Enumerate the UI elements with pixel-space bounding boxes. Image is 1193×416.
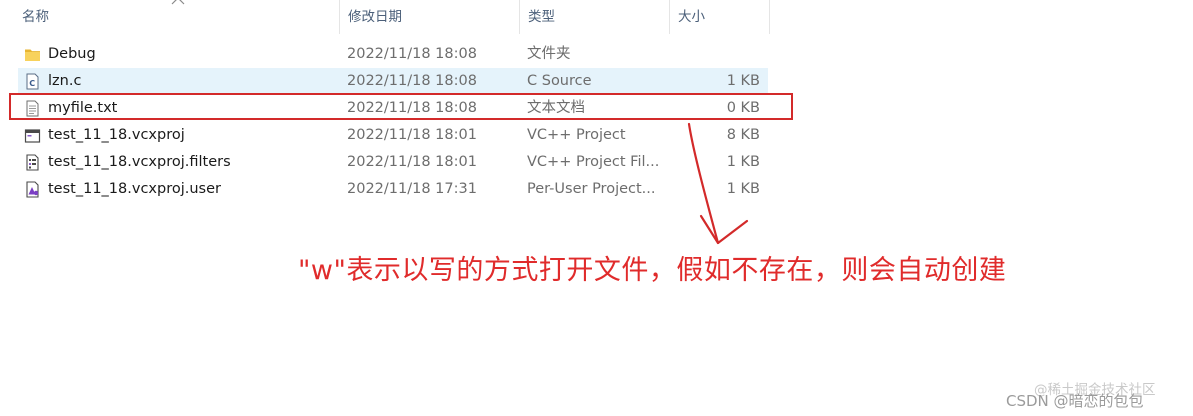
file-name: lzn.c: [48, 73, 82, 89]
file-name: test_11_18.vcxproj.filters: [48, 154, 231, 170]
file-size: 1 KB: [726, 181, 760, 197]
annotation-text: "w"表示以写的方式打开文件，假如不存在，则会自动创建: [298, 255, 1007, 286]
file-row-debug[interactable]: Debug 2022/11/18 18:08 文件夹: [18, 41, 768, 68]
column-header: 名称 修改日期 类型 大小: [0, 0, 1193, 34]
file-size: 8 KB: [726, 127, 760, 143]
filters-icon: [26, 154, 39, 171]
column-size-header[interactable]: 大小: [670, 0, 769, 34]
file-date: 2022/11/18 18:01: [347, 154, 477, 170]
column-type-header[interactable]: 类型: [520, 0, 669, 34]
svg-text:C: C: [29, 79, 35, 88]
file-type: 文件夹: [527, 46, 571, 62]
file-type: VC++ Project Fil...: [527, 154, 660, 170]
file-row-vcxproj[interactable]: test_11_18.vcxproj 2022/11/18 18:01 VC++…: [18, 122, 768, 149]
file-name: test_11_18.vcxproj.user: [48, 181, 221, 197]
folder-icon: [25, 49, 40, 61]
file-date: 2022/11/18 17:31: [347, 181, 477, 197]
c-source-icon: C: [26, 73, 39, 90]
file-date: 2022/11/18 18:08: [347, 46, 477, 62]
file-date: 2022/11/18 18:01: [347, 127, 477, 143]
highlight-box: [9, 93, 793, 120]
file-type: C Source: [527, 73, 592, 89]
file-name: test_11_18.vcxproj: [48, 127, 185, 143]
file-row-vcxproj-user[interactable]: test_11_18.vcxproj.user 2022/11/18 17:31…: [18, 176, 768, 203]
column-date-header[interactable]: 修改日期: [340, 0, 519, 34]
user-file-icon: [26, 181, 39, 198]
file-date: 2022/11/18 18:08: [347, 73, 477, 89]
file-size: 1 KB: [726, 154, 760, 170]
file-name: Debug: [48, 46, 96, 62]
csdn-watermark: CSDN @暗恋的包包: [1006, 392, 1144, 410]
file-type: VC++ Project: [527, 127, 626, 143]
file-row-lzn-c[interactable]: C lzn.c 2022/11/18 18:08 C Source 1 KB: [18, 68, 768, 95]
file-type: Per-User Project...: [527, 181, 656, 197]
file-size: 1 KB: [726, 73, 760, 89]
vcxproj-icon: [24, 129, 41, 143]
file-row-vcxproj-filters[interactable]: test_11_18.vcxproj.filters 2022/11/18 18…: [18, 149, 768, 176]
column-name-header[interactable]: 名称: [14, 0, 340, 34]
column-divider[interactable]: [769, 0, 770, 34]
